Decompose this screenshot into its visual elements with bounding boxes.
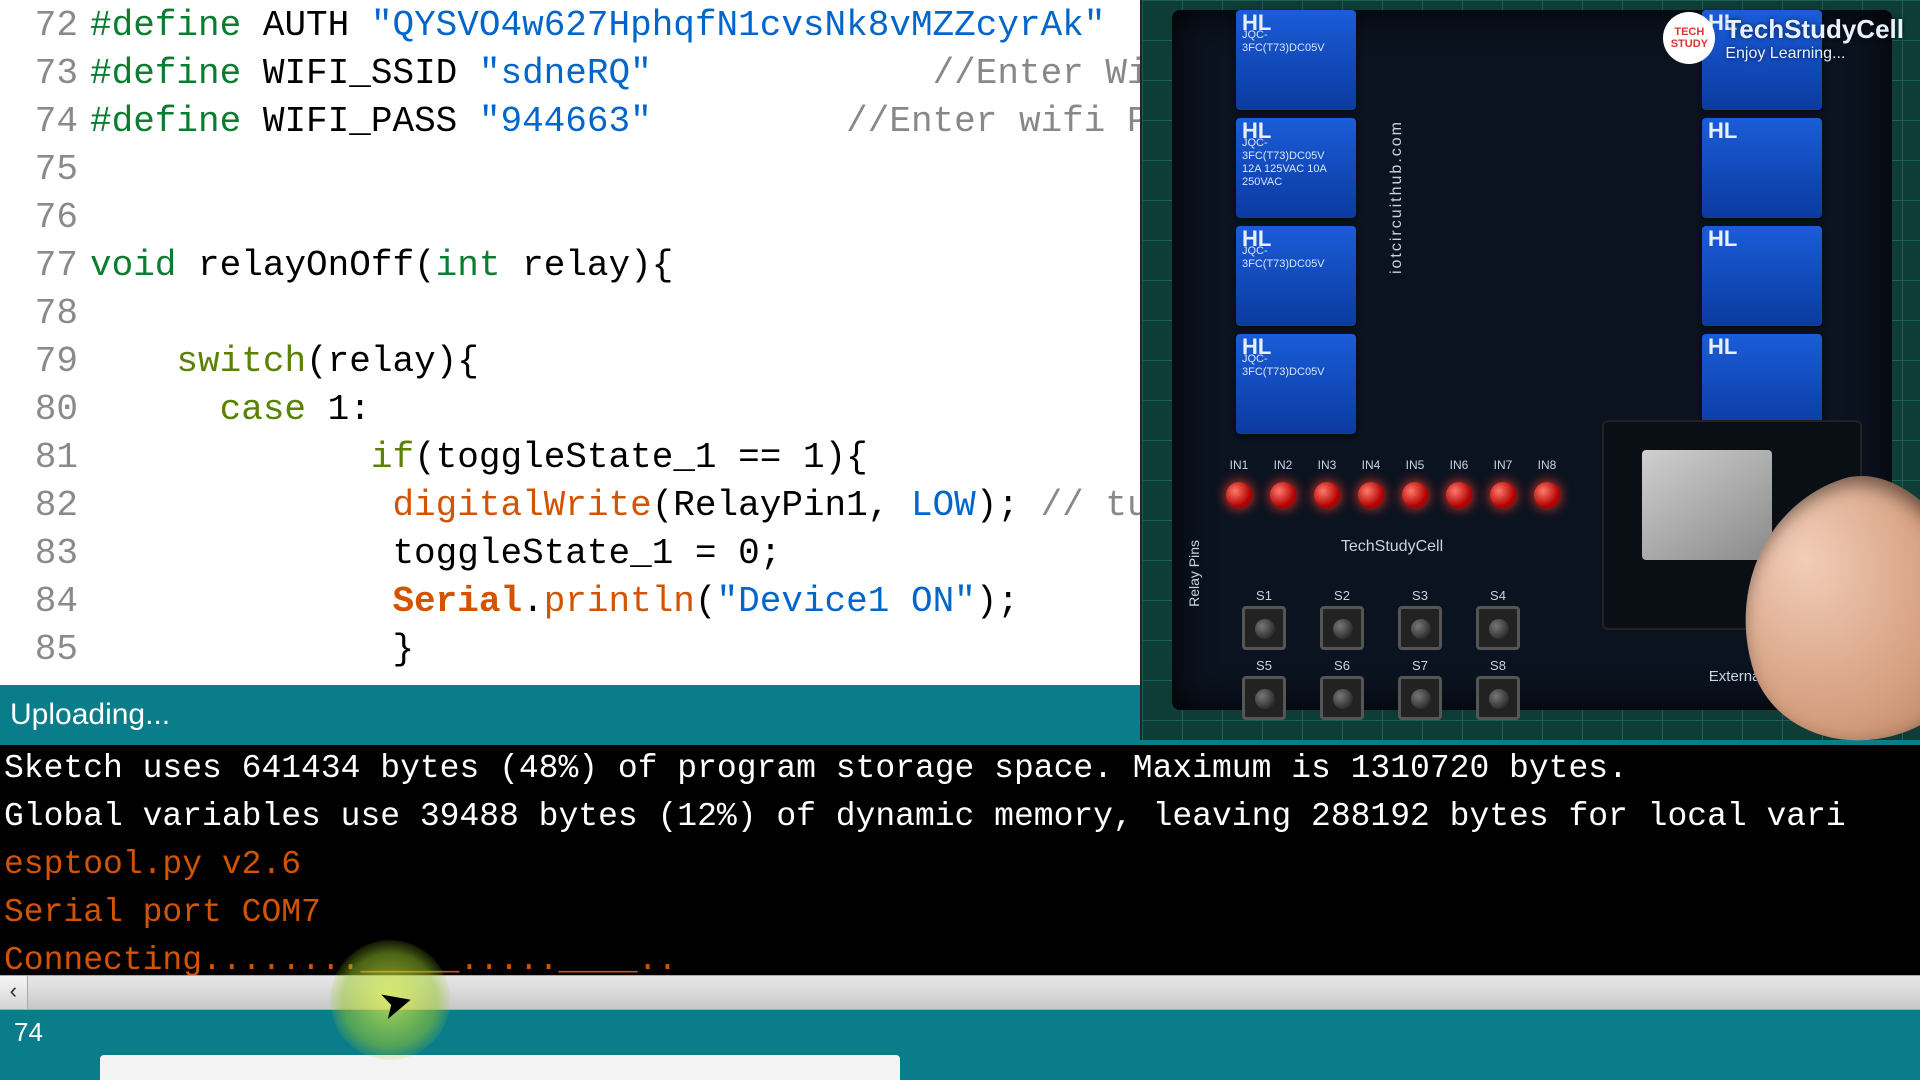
- console-line: Sketch uses 641434 bytes (48%) of progra…: [4, 745, 1920, 793]
- console-line: Connecting........_____.....____..: [4, 937, 1920, 975]
- cursor-position: 74: [14, 1017, 43, 1048]
- relay-pins-label: Relay Pins: [1186, 540, 1202, 607]
- push-button: [1242, 606, 1286, 650]
- relay-label: HL: [1242, 16, 1350, 29]
- switch-labels-row2: S5S6S7S8: [1242, 658, 1520, 673]
- status-led: [1270, 482, 1296, 508]
- taskbar-fragment: [100, 1055, 900, 1080]
- push-button: [1398, 606, 1442, 650]
- console-line: Serial port COM7: [4, 889, 1920, 937]
- push-button: [1320, 676, 1364, 720]
- status-led: [1402, 482, 1428, 508]
- line-gutter: 7273747576777879808182838485: [0, 0, 90, 685]
- line-number: 83: [0, 530, 78, 578]
- scroll-left-button[interactable]: ‹: [0, 976, 28, 1009]
- brand-name: TechStudyCell: [1725, 14, 1904, 45]
- line-number: 72: [0, 2, 78, 50]
- pcb-brand-text: TechStudyCell: [1292, 538, 1492, 556]
- line-number: 84: [0, 578, 78, 626]
- console-line: Global variables use 39488 bytes (12%) o…: [4, 793, 1920, 841]
- line-number: 81: [0, 434, 78, 482]
- push-button: [1476, 676, 1520, 720]
- push-button: [1242, 676, 1286, 720]
- switch-row-1: [1242, 606, 1520, 650]
- console-line: esptool.py v2.6: [4, 841, 1920, 889]
- status-led: [1226, 482, 1252, 508]
- line-number: 78: [0, 290, 78, 338]
- status-led: [1358, 482, 1384, 508]
- brand-logo-icon: TECHSTUDY: [1663, 12, 1715, 64]
- status-led: [1446, 482, 1472, 508]
- status-led: [1314, 482, 1340, 508]
- output-console[interactable]: Sketch uses 641434 bytes (48%) of progra…: [0, 745, 1920, 975]
- editor-footer: 74: [0, 1010, 1920, 1055]
- status-text: Uploading...: [10, 698, 170, 732]
- line-number: 74: [0, 98, 78, 146]
- status-led: [1490, 482, 1516, 508]
- channel-brand: TECHSTUDY TechStudyCell Enjoy Learning..…: [1663, 12, 1904, 64]
- push-button: [1476, 606, 1520, 650]
- push-button: [1398, 676, 1442, 720]
- line-number: 76: [0, 194, 78, 242]
- line-number: 73: [0, 50, 78, 98]
- line-number: 82: [0, 482, 78, 530]
- camera-overlay: HL JQC-3FC(T73)DC05V HL JQC-3FC(T73)DC05…: [1140, 0, 1920, 740]
- line-number: 75: [0, 146, 78, 194]
- horizontal-scrollbar[interactable]: ‹: [0, 975, 1920, 1010]
- line-number: 77: [0, 242, 78, 290]
- line-number: 79: [0, 338, 78, 386]
- push-button: [1320, 606, 1364, 650]
- brand-tagline: Enjoy Learning...: [1725, 45, 1904, 63]
- line-number: 80: [0, 386, 78, 434]
- line-number: 85: [0, 626, 78, 674]
- status-led: [1534, 482, 1560, 508]
- esp32-shield: [1642, 450, 1772, 560]
- status-leds: [1226, 482, 1560, 508]
- switch-row-2: [1242, 676, 1520, 720]
- pcb-site-text: iotcircuithub.com: [1388, 120, 1406, 274]
- input-labels: IN1IN2IN3IN4IN5IN6IN7IN8: [1226, 458, 1560, 472]
- switch-labels-row1: S1S2S3S4: [1242, 588, 1520, 603]
